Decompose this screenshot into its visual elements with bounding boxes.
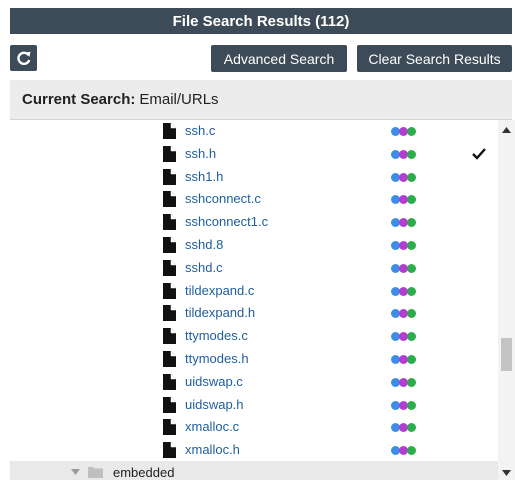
match-dot-green <box>407 195 416 205</box>
results-title: File Search Results (112) <box>172 12 350 30</box>
file-icon <box>163 123 176 139</box>
file-icon <box>163 168 176 185</box>
match-category-dots <box>391 218 416 228</box>
file-name-link[interactable]: tildexpand.h <box>185 305 255 320</box>
match-dot-green <box>407 127 416 136</box>
folder-label: embedded <box>113 465 175 480</box>
file-row[interactable]: xmalloc.h <box>10 439 498 462</box>
file-icon <box>163 419 176 436</box>
current-search-panel: Current Search: Email/URLs <box>10 80 512 120</box>
file-row[interactable]: ssh.c <box>10 120 498 143</box>
scrollbar-thumb[interactable] <box>501 338 512 371</box>
file-icon <box>163 373 176 390</box>
file-name-link[interactable]: ssh.c <box>185 123 215 138</box>
file-name-link[interactable]: uidswap.c <box>185 374 243 389</box>
match-dot-green <box>407 355 416 364</box>
file-icon <box>163 396 176 413</box>
file-name-link[interactable]: ttymodes.h <box>185 351 249 366</box>
match-dot-green <box>407 286 416 296</box>
file-row[interactable]: sshconnect.c <box>10 188 498 211</box>
current-search-value: Email/URLs <box>139 91 219 108</box>
match-dot-green <box>407 400 416 410</box>
match-dot-green <box>407 241 416 250</box>
file-row[interactable]: sshd.c <box>10 257 498 280</box>
file-icon <box>163 442 176 459</box>
file-row[interactable]: ssh.h <box>10 143 498 166</box>
match-category-dots <box>391 400 416 410</box>
match-category-dots <box>391 377 416 387</box>
match-category-dots <box>391 355 416 364</box>
file-row[interactable]: tildexpand.c <box>10 280 498 303</box>
caret-down-icon[interactable] <box>71 469 80 475</box>
file-name-link[interactable]: uidswap.h <box>185 397 244 412</box>
match-dot-green <box>407 172 416 182</box>
folder-icon <box>88 467 103 478</box>
file-name-link[interactable]: tildexpand.c <box>185 283 254 298</box>
file-results-list: xmalloc.h xmalloc.c uidswap.h uidswap.c ttym… <box>10 120 498 480</box>
vertical-scrollbar[interactable] <box>498 120 515 480</box>
file-icon <box>163 237 176 253</box>
file-row[interactable]: sshconnect1.c <box>10 211 498 234</box>
match-dot-green <box>407 309 416 319</box>
match-category-dots <box>391 446 416 456</box>
file-row[interactable]: ssh1.h <box>10 166 498 189</box>
refresh-icon <box>16 51 30 65</box>
file-name-link[interactable]: sshconnect.c <box>185 191 261 206</box>
file-icon <box>163 305 176 322</box>
file-row[interactable]: uidswap.h <box>10 394 498 417</box>
match-dot-green <box>407 218 416 228</box>
file-row[interactable]: ttymodes.h <box>10 348 498 371</box>
match-dot-green <box>407 332 416 342</box>
file-icon <box>163 328 176 345</box>
folder-row-embedded[interactable]: embedded <box>10 461 498 480</box>
file-row[interactable]: ttymodes.c <box>10 325 498 348</box>
file-row[interactable]: tildexpand.h <box>10 302 498 325</box>
file-name-link[interactable]: sshconnect1.c <box>185 214 268 229</box>
match-dot-green <box>407 423 416 433</box>
file-name-link[interactable]: xmalloc.c <box>185 419 239 434</box>
match-category-dots <box>391 263 416 273</box>
refresh-button[interactable] <box>10 45 37 71</box>
checkmark-icon <box>472 147 486 160</box>
match-dot-green <box>407 377 416 387</box>
match-dot-green <box>407 263 416 273</box>
current-search-label: Current Search: <box>22 91 136 108</box>
results-title-bar: File Search Results (112) <box>10 8 512 34</box>
scroll-up-arrow-icon[interactable] <box>502 127 511 133</box>
match-category-dots <box>391 149 416 159</box>
match-category-dots <box>391 127 416 136</box>
advanced-search-button[interactable]: Advanced Search <box>211 45 347 72</box>
match-category-dots <box>391 195 416 205</box>
file-name-link[interactable]: ttymodes.c <box>185 328 248 343</box>
match-category-dots <box>391 423 416 433</box>
match-category-dots <box>391 241 416 250</box>
file-name-link[interactable]: sshd.c <box>185 260 223 275</box>
file-row[interactable]: sshd.8 <box>10 234 498 257</box>
file-icon <box>163 214 176 231</box>
file-row[interactable]: xmalloc.c <box>10 416 498 439</box>
match-category-dots <box>391 172 416 182</box>
file-name-link[interactable]: xmalloc.h <box>185 442 240 457</box>
file-name-link[interactable]: ssh.h <box>185 146 216 161</box>
clear-search-results-button[interactable]: Clear Search Results <box>357 45 512 72</box>
file-row[interactable]: uidswap.c <box>10 371 498 394</box>
file-icon <box>163 145 176 162</box>
file-icon <box>163 259 176 276</box>
file-icon <box>163 282 176 299</box>
scroll-down-arrow-icon[interactable] <box>502 470 511 476</box>
file-name-link[interactable]: ssh1.h <box>185 169 223 184</box>
match-category-dots <box>391 309 416 319</box>
match-dot-green <box>407 446 416 456</box>
file-icon <box>163 351 176 367</box>
match-dot-green <box>407 149 416 159</box>
file-icon <box>163 191 176 208</box>
file-name-link[interactable]: sshd.8 <box>185 237 223 252</box>
match-category-dots <box>391 332 416 342</box>
match-category-dots <box>391 286 416 296</box>
